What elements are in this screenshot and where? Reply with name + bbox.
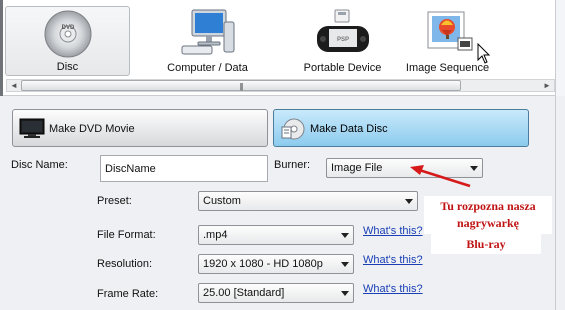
burner-value: Image File [331, 162, 383, 174]
chevron-down-icon [341, 233, 349, 238]
category-image-sequence[interactable]: Image Sequence [380, 6, 515, 76]
frame-rate-whats-this-link[interactable]: What's this? [363, 283, 423, 295]
svg-text:PSP: PSP [336, 37, 348, 43]
frame-rate-label: Frame Rate: [97, 288, 159, 300]
resolution-value: 1920 x 1080 - HD 1080p [203, 258, 323, 270]
panel-right-edge [555, 0, 565, 96]
resolution-select[interactable]: 1920 x 1080 - HD 1080p [198, 254, 354, 274]
right-scrollbar[interactable] [555, 96, 565, 310]
data-disc-icon [281, 118, 305, 140]
burner-label: Burner: [274, 159, 311, 171]
disc-name-label: Disc Name: [11, 159, 68, 171]
file-format-value: .mp4 [203, 229, 228, 241]
category-computer-label: Computer / Data [167, 62, 248, 74]
scroll-left-arrow[interactable]: ◄ [7, 80, 21, 91]
chevron-down-icon [341, 291, 349, 296]
category-panel: DVD Disc Computer / Data PSP Portable De… [0, 0, 565, 96]
resolution-label: Resolution: [97, 258, 153, 270]
svg-text:DVD: DVD [61, 25, 74, 31]
scroll-right-arrow[interactable]: ► [540, 80, 554, 91]
panel-left-edge [0, 0, 3, 96]
scroll-thumb[interactable]: ||| [21, 80, 461, 91]
file-format-whats-this-link[interactable]: What's this? [363, 225, 423, 237]
preset-select[interactable]: Custom [198, 191, 418, 211]
frame-rate-value: 25.00 [Standard] [203, 287, 285, 299]
file-format-label: File Format: [97, 229, 156, 241]
annotation-note: Tu rozpozna nasza nagrywarkę [424, 196, 552, 234]
category-disc[interactable]: DVD Disc [5, 6, 130, 76]
chevron-down-icon [405, 199, 413, 204]
mouse-cursor-icon [477, 43, 491, 64]
make-dvd-movie-button[interactable]: Make DVD Movie [12, 109, 268, 147]
psp-device-icon: PSP [316, 9, 369, 52]
file-format-select[interactable]: .mp4 [198, 225, 354, 245]
annotation-arrow-icon [410, 165, 471, 188]
annotation-bluray: Blu-ray [431, 234, 541, 254]
category-image-sequence-label: Image Sequence [405, 62, 490, 74]
annotation-note-line1: Tu rozpozna nasza [440, 199, 536, 213]
category-scrollbar[interactable]: ◄ ||| ► [6, 79, 555, 92]
make-data-disc-button[interactable]: Make Data Disc [273, 109, 529, 147]
computer-icon [181, 9, 234, 55]
annotation-note-line2: nagrywarkę [457, 216, 519, 230]
image-sequence-icon [427, 11, 472, 51]
make-data-disc-label: Make Data Disc [310, 123, 388, 135]
dvd-disc-icon: DVD [44, 10, 91, 58]
preset-value: Custom [203, 195, 241, 207]
chevron-down-icon [341, 262, 349, 267]
category-computer-data[interactable]: Computer / Data [140, 6, 275, 76]
category-disc-label: Disc [56, 61, 79, 73]
disc-name-input[interactable] [100, 155, 268, 182]
resolution-whats-this-link[interactable]: What's this? [363, 254, 423, 266]
frame-rate-select[interactable]: 25.00 [Standard] [198, 283, 354, 303]
make-dvd-movie-label: Make DVD Movie [49, 123, 135, 135]
preset-label: Preset: [97, 195, 132, 207]
scroll-grip: ||| [239, 82, 243, 91]
tv-icon [19, 118, 45, 138]
